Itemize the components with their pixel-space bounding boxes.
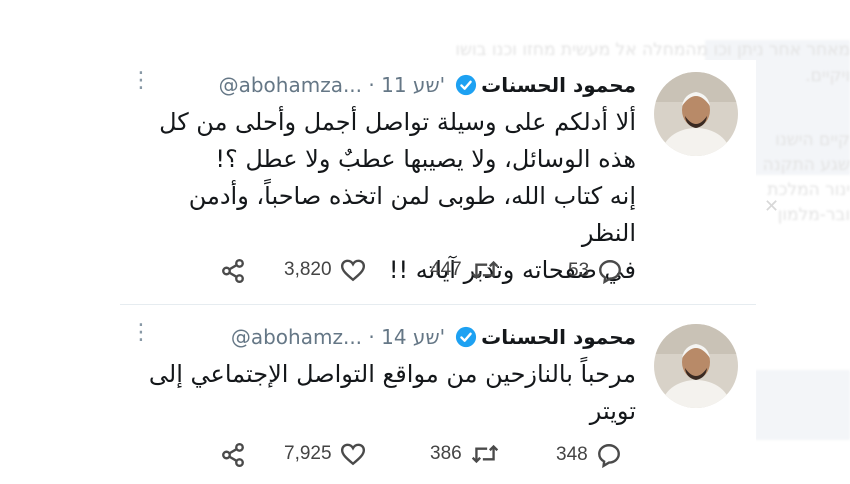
- share-button[interactable]: [220, 442, 246, 468]
- background-text: ובר-מלמון: [777, 205, 850, 225]
- reply-icon: [597, 444, 620, 468]
- separator: ·: [368, 73, 382, 97]
- like-count: 7,925: [284, 443, 332, 464]
- avatar-image: [654, 324, 738, 408]
- author-name[interactable]: محمود الحسنات: [481, 325, 636, 349]
- retweet-button[interactable]: 386: [430, 442, 500, 466]
- like-button[interactable]: 7,925: [284, 442, 366, 466]
- share-icon: [222, 258, 244, 284]
- author-handle[interactable]: @abohamz... · 14 שע': [231, 325, 445, 349]
- more-icon[interactable]: ⋮: [130, 320, 153, 345]
- share-button[interactable]: [220, 258, 246, 284]
- retweet-count: 386: [430, 443, 462, 464]
- author-handle[interactable]: @abohamza... · 11 שע': [219, 73, 446, 97]
- background-text: שגע התקנה: [762, 155, 850, 175]
- like-icon: [340, 443, 365, 466]
- verified-badge-icon: [456, 326, 477, 348]
- handle-text: @abohamz...: [230, 325, 363, 349]
- background-text: קיים הישנו: [775, 130, 850, 150]
- handle-text: @abohamza...: [218, 73, 363, 97]
- tweet-actions: 7,925 386 348: [120, 438, 756, 472]
- background-text: ינור המלכת: [767, 180, 850, 200]
- avatar-image: [654, 72, 738, 156]
- reply-button[interactable]: 53: [568, 258, 623, 284]
- retweet-button[interactable]: 447: [430, 258, 500, 282]
- tweet-actions: 3,820 447 53: [120, 254, 756, 288]
- tweet-divider: [120, 304, 756, 305]
- tweet-header: محمود الحسنات @abohamz... · 14 שע': [136, 320, 636, 354]
- background-text: ויקיים.: [805, 66, 850, 86]
- background-panel: [755, 370, 850, 440]
- tweet-time[interactable]: 11 שע': [381, 73, 445, 97]
- retweet-icon: [471, 444, 498, 464]
- tweet[interactable]: محمود الحسنات @abohamz... · 14 שע' مرحبا…: [120, 312, 756, 480]
- reply-count: 348: [556, 444, 588, 465]
- separator: ·: [368, 325, 382, 349]
- reply-count: 53: [568, 260, 590, 281]
- avatar[interactable]: [654, 324, 738, 408]
- tweet-text: مرحباً بالنازحين من مواقع التواصل الإجتم…: [148, 360, 636, 425]
- reply-icon: [599, 260, 622, 284]
- retweet-icon: [471, 260, 498, 280]
- like-count: 3,820: [284, 259, 332, 280]
- tweet-header: محمود الحسنات @abohamza... · 11 שע': [136, 68, 636, 102]
- author-name[interactable]: محمود الحسنات: [481, 73, 636, 97]
- tweet[interactable]: محمود الحسنات @abohamza... · 11 שע' ألا …: [120, 60, 756, 302]
- tweet-time[interactable]: 14 שע': [381, 325, 445, 349]
- verified-badge-icon: [456, 74, 477, 96]
- retweet-count: 447: [430, 259, 462, 280]
- background-text: מאחר אחר ניתן וכו מהמחלה אל מעשית מחזו ו…: [455, 40, 850, 60]
- like-button[interactable]: 3,820: [284, 258, 366, 282]
- like-icon: [340, 259, 365, 282]
- avatar[interactable]: [654, 72, 738, 156]
- reply-button[interactable]: 348: [556, 442, 622, 468]
- share-icon: [222, 442, 244, 468]
- more-icon[interactable]: ⋮: [130, 68, 153, 93]
- background-close-icon: ✕: [764, 196, 780, 217]
